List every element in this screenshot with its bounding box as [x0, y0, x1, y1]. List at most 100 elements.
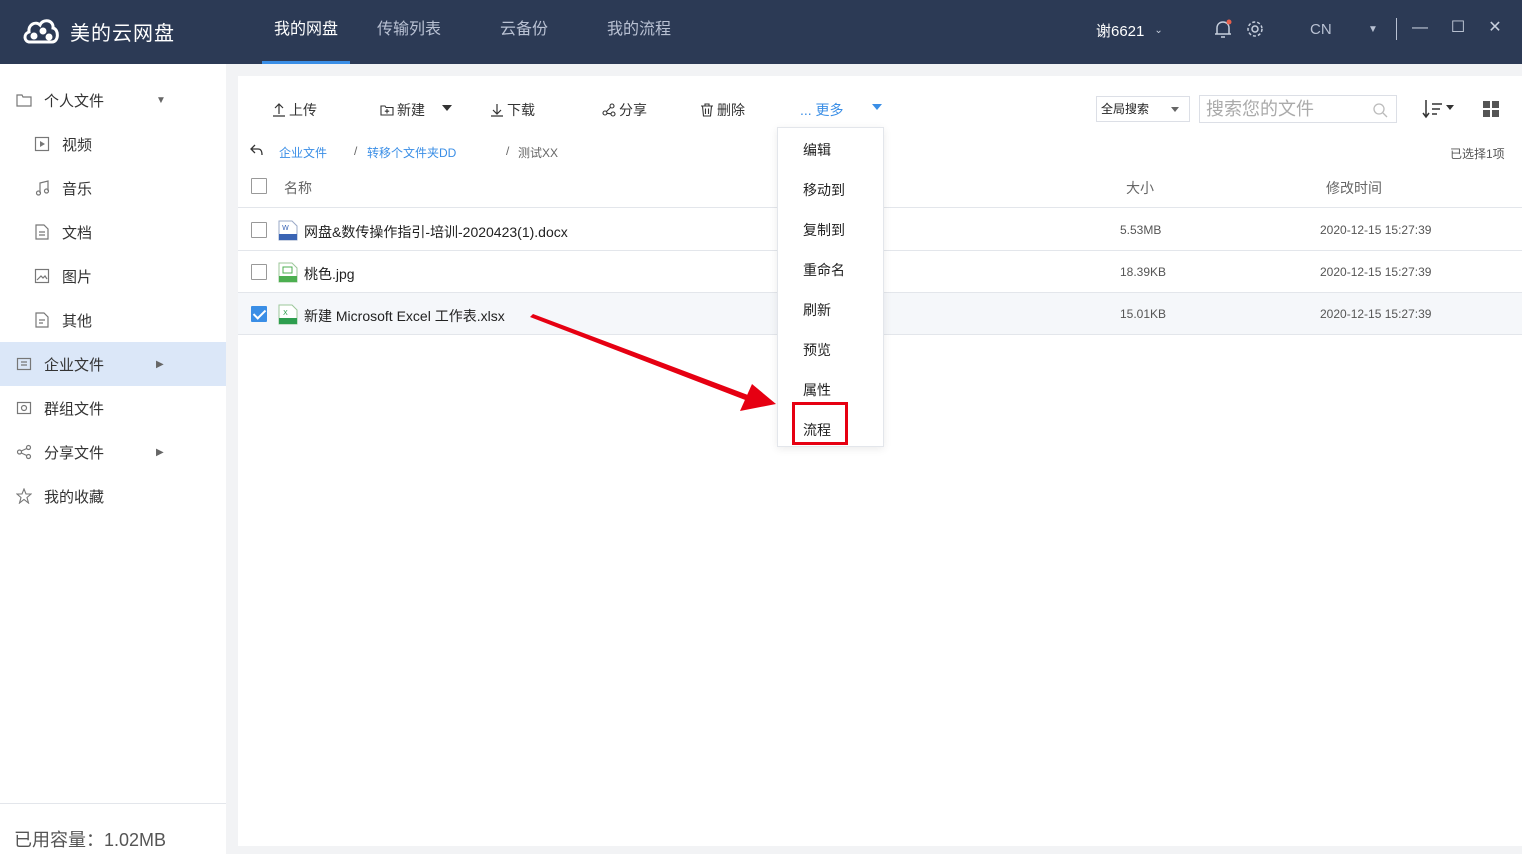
sidebar-item-label: 我的收藏 — [44, 488, 105, 506]
user-menu[interactable]: 谢6621 ⌄ — [1096, 20, 1163, 41]
sidebar-item-group-files[interactable]: 群组文件 — [0, 386, 226, 430]
upload-icon — [273, 103, 285, 117]
sidebar-item-documents[interactable]: 文档 — [0, 210, 226, 254]
breadcrumb-separator: / — [506, 144, 510, 158]
search-input[interactable] — [1200, 96, 1365, 122]
close-icon[interactable]: ✕ — [1485, 18, 1505, 38]
upload-button[interactable]: 上传 — [272, 100, 317, 120]
star-icon — [16, 488, 32, 504]
more-button[interactable]: ... 更多 — [800, 100, 844, 120]
download-button[interactable]: 下载 — [490, 100, 535, 120]
sidebar-item-label: 其他 — [62, 312, 93, 330]
menu-item-copy-to[interactable]: 复制到 — [803, 220, 845, 240]
column-name-header[interactable]: 名称 — [284, 178, 312, 198]
row-checkbox[interactable] — [251, 306, 267, 322]
main-nav: 我的网盘 传输列表 云备份 我的流程 — [262, 0, 698, 64]
search-scope-select[interactable]: 全局搜索 — [1096, 96, 1190, 122]
search-scope-label: 全局搜索 — [1101, 102, 1150, 116]
app-name: 美的云网盘 — [70, 22, 175, 45]
header-divider — [1396, 18, 1397, 40]
select-all-checkbox[interactable] — [251, 178, 267, 194]
grid-view-icon[interactable] — [1482, 100, 1500, 118]
video-icon — [34, 136, 50, 152]
back-arrow-icon[interactable] — [250, 144, 264, 156]
new-label: 新建 — [397, 102, 425, 118]
caret-right-icon[interactable]: ▶ — [156, 359, 164, 370]
breadcrumb-current: 测试XX — [518, 146, 559, 160]
row-checkbox[interactable] — [251, 222, 267, 238]
sidebar-item-other[interactable]: 其他 — [0, 298, 226, 342]
sidebar-item-shared-files[interactable]: 分享文件 ▶ — [0, 430, 226, 474]
annotation-highlight-box — [792, 402, 848, 445]
tab-cloud-backup[interactable]: 云备份 — [468, 0, 580, 64]
share-icon — [602, 103, 616, 117]
maximize-icon[interactable]: ☐ — [1448, 18, 1468, 38]
storage-usage: 已用容量：1.02MB — [14, 830, 167, 850]
sidebar-item-video[interactable]: 视频 — [0, 122, 226, 166]
trash-icon — [701, 103, 713, 117]
search-icon[interactable] — [1372, 102, 1388, 118]
menu-item-preview[interactable]: 预览 — [803, 340, 831, 360]
column-size-header[interactable]: 大小 — [1126, 178, 1154, 198]
sidebar: 个人文件 ▼ 视频 音乐 文档 图片 其他 企业文件 ▶ 群组文件 分享文件 ▶… — [0, 64, 226, 854]
tab-my-drive[interactable]: 我的网盘 — [262, 0, 350, 64]
bell-icon[interactable] — [1214, 19, 1232, 39]
caret-down-icon[interactable]: ▼ — [156, 95, 166, 106]
caret-right-icon[interactable]: ▶ — [156, 447, 164, 458]
new-folder-icon — [380, 105, 394, 116]
caret-down-icon — [1171, 107, 1179, 112]
sidebar-item-personal-files[interactable]: 个人文件 ▼ — [0, 78, 226, 122]
column-time-header[interactable]: 修改时间 — [1326, 178, 1382, 198]
menu-item-move-to[interactable]: 移动到 — [803, 180, 845, 200]
file-name[interactable]: 网盘&数传操作指引-培训-2020423(1).docx — [304, 222, 568, 242]
new-button[interactable]: 新建 — [380, 100, 425, 120]
delete-button[interactable]: 删除 — [700, 100, 745, 120]
download-label: 下载 — [507, 102, 535, 118]
file-modified-time: 2020-12-15 15:27:39 — [1320, 223, 1432, 237]
sidebar-item-label: 分享文件 — [44, 444, 105, 462]
chevron-down-icon: ⌄ — [1154, 25, 1163, 36]
more-caret-icon[interactable] — [872, 104, 882, 110]
file-name[interactable]: 桃色.jpg — [304, 264, 355, 284]
row-checkbox[interactable] — [251, 264, 267, 280]
svg-text:X: X — [283, 309, 288, 317]
tab-my-workflow[interactable]: 我的流程 — [580, 0, 698, 64]
more-label: ... 更多 — [800, 102, 844, 118]
file-size: 5.53MB — [1120, 223, 1162, 237]
sidebar-item-music[interactable]: 音乐 — [0, 166, 226, 210]
usage-divider — [0, 803, 226, 804]
breadcrumb-item[interactable]: 转移个文件夹DD — [367, 144, 456, 161]
image-icon — [34, 268, 50, 284]
sidebar-item-enterprise-files[interactable]: 企业文件 ▶ — [0, 342, 226, 386]
menu-item-properties[interactable]: 属性 — [803, 380, 831, 400]
minimize-icon[interactable]: — — [1410, 18, 1430, 38]
sidebar-item-label: 群组文件 — [44, 400, 105, 418]
sidebar-item-favorites[interactable]: 我的收藏 — [0, 474, 226, 518]
app-logo: 美的云网盘 — [22, 14, 175, 48]
breadcrumb-separator: / — [354, 144, 358, 158]
sidebar-item-images[interactable]: 图片 — [0, 254, 226, 298]
sidebar-item-label: 个人文件 — [44, 92, 105, 110]
sidebar-item-label: 文档 — [62, 224, 93, 242]
language-caret-icon[interactable]: ▼ — [1368, 24, 1378, 35]
file-name[interactable]: 新建 Microsoft Excel 工作表.xlsx — [304, 306, 505, 326]
svg-text:W: W — [282, 224, 289, 232]
word-icon: W — [278, 220, 298, 241]
menu-item-refresh[interactable]: 刷新 — [803, 300, 831, 320]
group-folder-icon — [16, 401, 32, 415]
share-button[interactable]: 分享 — [602, 100, 647, 120]
enterprise-folder-icon — [16, 357, 32, 371]
selection-count: 已选择1项 — [1450, 147, 1505, 161]
menu-item-rename[interactable]: 重命名 — [803, 260, 845, 280]
new-dropdown-caret-icon[interactable] — [442, 105, 452, 111]
file-icon — [35, 312, 49, 328]
download-icon — [491, 104, 503, 117]
gear-icon[interactable] — [1246, 20, 1264, 38]
tab-transfer-list[interactable]: 传输列表 — [350, 0, 468, 64]
language-selector[interactable]: CN — [1310, 21, 1332, 38]
sort-icon[interactable] — [1422, 98, 1458, 120]
file-modified-time: 2020-12-15 15:27:39 — [1320, 265, 1432, 279]
menu-item-edit[interactable]: 编辑 — [803, 140, 831, 160]
breadcrumb-item[interactable]: 企业文件 — [279, 144, 327, 161]
delete-label: 删除 — [717, 102, 745, 118]
